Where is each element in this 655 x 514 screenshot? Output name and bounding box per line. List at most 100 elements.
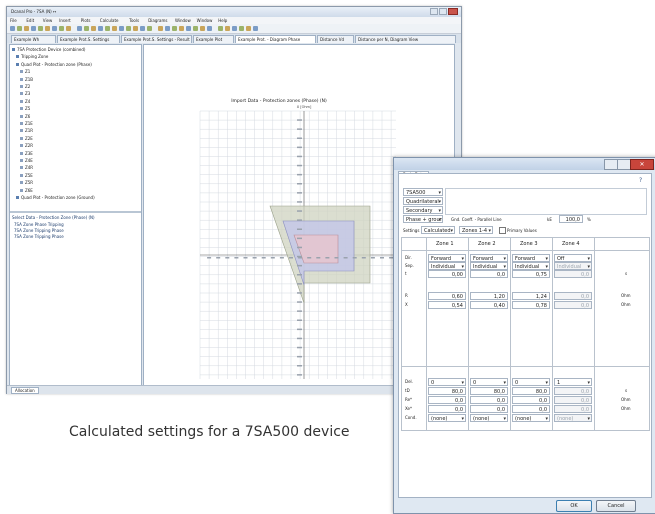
- toolbar-button[interactable]: [253, 26, 258, 31]
- maximize-button[interactable]: [439, 8, 447, 15]
- zone-4-r-field[interactable]: 0,0: [554, 292, 592, 300]
- tree-item[interactable]: Z3: [20, 91, 30, 96]
- zone-4-t-field[interactable]: 0,0: [554, 270, 592, 278]
- menu-item[interactable]: Tools: [129, 18, 139, 23]
- tab-4[interactable]: Example Plot: [193, 35, 234, 43]
- toolbar-button[interactable]: [31, 26, 36, 31]
- tree-item[interactable]: Z6E: [20, 188, 33, 193]
- zone-2-sep-field[interactable]: Individual: [470, 262, 508, 270]
- zone-1-r-field[interactable]: 0,60: [428, 292, 466, 300]
- zone-2-t-field[interactable]: 0,0: [470, 270, 508, 278]
- tab-1[interactable]: Example Wh: [11, 35, 56, 43]
- status-tab[interactable]: Allocation: [11, 387, 39, 394]
- primary-values-checkbox[interactable]: [499, 227, 506, 234]
- selection-item[interactable]: 7SA Zone Phase Tripping: [14, 222, 64, 227]
- settings-select[interactable]: Calculated: [421, 226, 455, 234]
- tree-item[interactable]: Z1: [20, 69, 30, 74]
- menu-item[interactable]: Help: [218, 18, 227, 23]
- toolbar-button[interactable]: [98, 26, 103, 31]
- zone-3-r-field[interactable]: 1,24: [512, 292, 550, 300]
- toolbar-button[interactable]: [84, 26, 89, 31]
- tree-item[interactable]: Z5R: [20, 180, 33, 185]
- zone-1-sep-field[interactable]: Individual: [428, 262, 466, 270]
- toolbar-button[interactable]: [66, 26, 71, 31]
- tree-item[interactable]: Z2E: [20, 136, 33, 141]
- zone-3-t-field[interactable]: 0,75: [512, 270, 550, 278]
- zone-3-td-field[interactable]: 80,0: [512, 387, 550, 395]
- toolbar-button[interactable]: [239, 26, 244, 31]
- toolbar-button[interactable]: [112, 26, 117, 31]
- close-button[interactable]: [448, 8, 458, 15]
- toolbar-button[interactable]: [179, 26, 184, 31]
- tab-3[interactable]: Example Prot.S. Settings - Result Lines: [121, 35, 192, 43]
- toolbar-button[interactable]: [17, 26, 22, 31]
- toolbar-button[interactable]: [119, 26, 124, 31]
- toolbar-button[interactable]: [52, 26, 57, 31]
- toolbar-button[interactable]: [91, 26, 96, 31]
- zone-4-td-field[interactable]: 0,0: [554, 387, 592, 395]
- tree-item[interactable]: 7SA Protection Device (combined): [12, 47, 85, 52]
- tree-item[interactable]: Quad Plot - Protection zone (Phase): [16, 62, 92, 67]
- tree-item[interactable]: Z3E: [20, 151, 33, 156]
- tree-item[interactable]: Z4: [20, 99, 30, 104]
- selection-item[interactable]: 7SA Zone Tripping Phase: [14, 234, 64, 239]
- zone-2-xe-field[interactable]: 0,0: [470, 405, 508, 413]
- menu-item[interactable]: View: [43, 18, 53, 23]
- dialog-minimize-button[interactable]: [604, 159, 618, 170]
- toolbar-button[interactable]: [232, 26, 237, 31]
- toolbar-button[interactable]: [59, 26, 64, 31]
- characteristic-select[interactable]: Quadrilateral: [403, 197, 443, 205]
- tree-item[interactable]: Tripping Zone: [16, 54, 48, 59]
- zone-3-x-field[interactable]: 0,78: [512, 301, 550, 309]
- loop-select[interactable]: Phase + ground: [403, 215, 443, 223]
- zone-1-re-field[interactable]: 0,0: [428, 396, 466, 404]
- cancel-button[interactable]: Cancel: [596, 500, 636, 512]
- toolbar-button[interactable]: [246, 26, 251, 31]
- tab-5[interactable]: Example Prot. - Diagram Phase: [235, 35, 316, 43]
- toolbar-button[interactable]: [24, 26, 29, 31]
- toolbar-button[interactable]: [126, 26, 131, 31]
- dialog-close-button[interactable]: ✕: [630, 159, 654, 170]
- toolbar-button[interactable]: [77, 26, 82, 31]
- zone-3-cond-field[interactable]: (none): [512, 414, 550, 422]
- zone-1-t-field[interactable]: 0,00: [428, 270, 466, 278]
- tab-2[interactable]: Example Prot.S. Settings: [57, 35, 120, 43]
- zone-4-xe-field[interactable]: 0,0: [554, 405, 592, 413]
- tree-item[interactable]: Z2: [20, 84, 30, 89]
- zone-3-xe-field[interactable]: 0,0: [512, 405, 550, 413]
- toolbar-button[interactable]: [207, 26, 212, 31]
- toolbar-button[interactable]: [38, 26, 43, 31]
- tree-item[interactable]: Z6: [20, 114, 30, 119]
- zone-4-sep-field[interactable]: Individual: [554, 262, 592, 270]
- zone-1-cond-field[interactable]: (none): [428, 414, 466, 422]
- menu-item[interactable]: File: [10, 18, 17, 23]
- zone-3-re-field[interactable]: 0,0: [512, 396, 550, 404]
- toolbar-button[interactable]: [140, 26, 145, 31]
- tree-item[interactable]: Z1B: [20, 77, 33, 82]
- zone-2-cond-field[interactable]: (none): [470, 414, 508, 422]
- menu-item[interactable]: Window: [175, 18, 191, 23]
- minimize-button[interactable]: [430, 8, 438, 15]
- menu-item[interactable]: Plots: [81, 18, 91, 23]
- toolbar-button[interactable]: [165, 26, 170, 31]
- toolbar-button[interactable]: [172, 26, 177, 31]
- zone-2-x-field[interactable]: 0,40: [470, 301, 508, 309]
- toolbar-button[interactable]: [186, 26, 191, 31]
- menu-item[interactable]: Calculate: [100, 18, 119, 23]
- zone-4-re-field[interactable]: 0,0: [554, 396, 592, 404]
- zone-2-re-field[interactable]: 0,0: [470, 396, 508, 404]
- tree-item[interactable]: Z2R: [20, 143, 33, 148]
- dialog-maximize-button[interactable]: [617, 159, 631, 170]
- tree-item[interactable]: Z1E: [20, 121, 33, 126]
- zone-3-dir-field[interactable]: Forward: [512, 254, 550, 262]
- toolbar-button[interactable]: [45, 26, 50, 31]
- tab-7[interactable]: Distance per N, Diagram View: [355, 35, 456, 43]
- toolbar-button[interactable]: [193, 26, 198, 31]
- zone-1-del-field[interactable]: 0: [428, 378, 466, 386]
- zone-1-dir-field[interactable]: Forward: [428, 254, 466, 262]
- zone-4-x-field[interactable]: 0,0: [554, 301, 592, 309]
- zone-4-del-field[interactable]: 1: [554, 378, 592, 386]
- values-select[interactable]: Secondary: [403, 206, 443, 214]
- zone-4-cond-field[interactable]: (none): [554, 414, 592, 422]
- zone-2-dir-field[interactable]: Forward: [470, 254, 508, 262]
